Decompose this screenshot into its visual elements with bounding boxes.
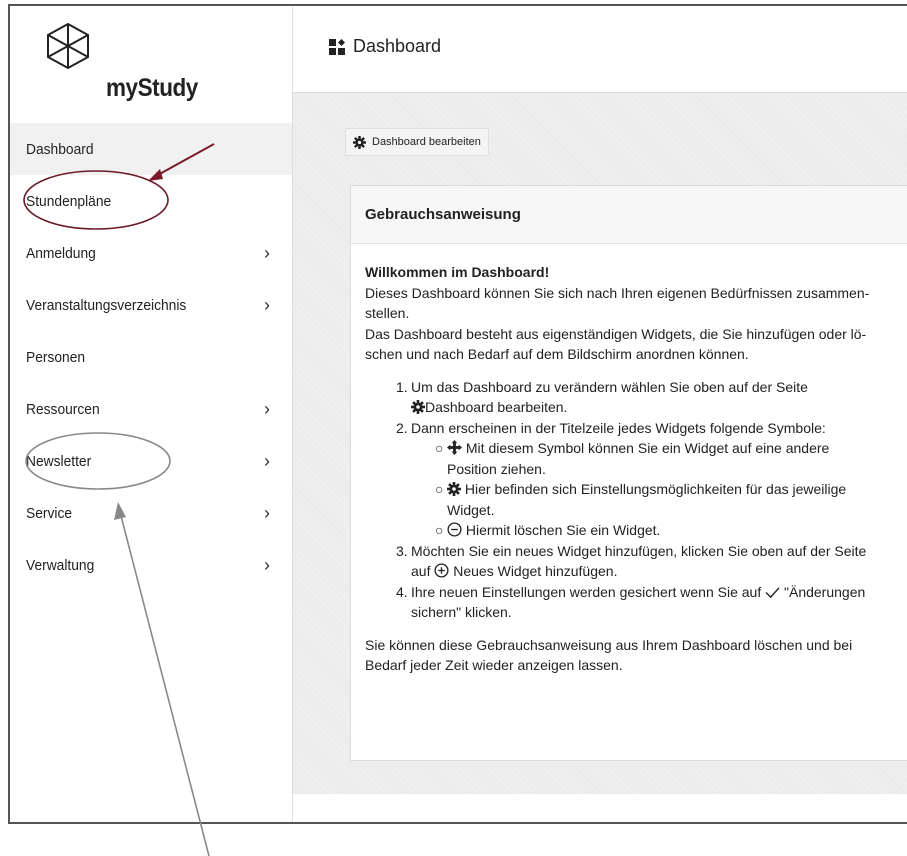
page-header: Dashboard xyxy=(293,6,907,93)
symbol-item: ○ Hiermit löschen Sie ein Widget. xyxy=(435,522,661,538)
checkmark-icon xyxy=(765,586,780,598)
outro-line: Sie können diese Gebrauchsanweisung aus … xyxy=(365,636,853,653)
step-item: 3. Möchten Sie ein neues Widget hinzufüg… xyxy=(396,542,867,580)
symbol-item: ○ xyxy=(435,481,847,518)
intro-line: Dieses Dashboard können Sie sich nach Ih… xyxy=(365,284,870,301)
widget-body: Willkommen im Dashboard! Dieses Dashboar… xyxy=(351,244,907,676)
page-title-text: Dashboard xyxy=(353,36,442,56)
step-item: 1. Um das Dashboard zu verändern wählen … xyxy=(396,378,808,416)
welcome-heading: Willkommen im Dashboard! xyxy=(365,264,550,280)
sidebar-item-verwaltung[interactable]: Verwaltung › xyxy=(10,539,292,591)
symbol-list: ○ Mit diesem Symbol können Sie ein Widge… xyxy=(411,438,907,541)
chevron-right-icon: › xyxy=(264,502,270,523)
chevron-right-icon: › xyxy=(264,242,270,263)
sidebar-item-label: Dashboard xyxy=(26,140,94,158)
sidebar-item-label: Verwaltung xyxy=(26,556,95,574)
intro-line: Das Dashboard besteht aus eigenständigen… xyxy=(365,325,867,342)
instructions-widget: Gebrauchsanweisung Willkommen im Dashboa… xyxy=(350,185,907,761)
gear-icon xyxy=(447,482,461,496)
sidebar-item-label: Anmeldung xyxy=(26,244,96,262)
sidebar-item-stundenplaene[interactable]: Stundenpläne xyxy=(10,175,292,227)
sidebar-item-label: Ressourcen xyxy=(26,400,100,418)
sidebar-item-label: Newsletter xyxy=(26,452,92,470)
outro-line: Bedarf jeder Zeit wieder anzeigen lassen… xyxy=(365,657,623,673)
sidebar-nav: Dashboard Stundenpläne Anmeldung › Veran… xyxy=(10,123,292,591)
step-item: 4. Ihre neuen Einstellungen werden gesic… xyxy=(396,583,866,621)
sidebar-item-ressourcen[interactable]: Ressourcen › xyxy=(10,383,292,435)
sidebar-item-veranstaltungsverzeichnis[interactable]: Veranstaltungsverzeichnis › xyxy=(10,279,292,331)
plus-circle-icon xyxy=(434,563,449,578)
chevron-right-icon: › xyxy=(264,450,270,471)
intro-line: schen und nach Bedarf auf dem Bildschirm… xyxy=(365,346,749,362)
gear-icon xyxy=(411,400,425,414)
widget-title: Gebrauchsanweisung xyxy=(351,186,907,244)
edit-dashboard-label: Dashboard bearbeiten xyxy=(372,136,481,148)
sidebar-item-service[interactable]: Service › xyxy=(10,487,292,539)
main-area: Dashboard Dashboard bearbeiten Gebrauchs… xyxy=(293,6,907,822)
instruction-steps: 1. Um das Dashboard zu verändern wählen … xyxy=(365,377,907,623)
edit-dashboard-button[interactable]: Dashboard bearbeiten xyxy=(345,128,489,156)
gear-icon xyxy=(353,135,366,149)
sidebar-item-label: Service xyxy=(26,504,73,522)
sidebar-item-anmeldung[interactable]: Anmeldung › xyxy=(10,227,292,279)
sidebar-item-newsletter[interactable]: Newsletter › xyxy=(10,435,292,487)
app-window: myStudy Dashboard Stundenpläne Anmeldung… xyxy=(8,4,907,824)
hexagon-cube-icon xyxy=(47,22,89,70)
minus-circle-icon xyxy=(447,522,462,537)
sidebar-item-dashboard[interactable]: Dashboard xyxy=(10,123,292,175)
symbol-item: ○ xyxy=(435,440,830,477)
intro-line: stellen. xyxy=(365,305,410,321)
dashboard-content: Dashboard bearbeiten Gebrauchsanweisung … xyxy=(293,93,907,794)
chevron-right-icon: › xyxy=(264,554,270,575)
dashboard-icon xyxy=(329,38,345,55)
sidebar-item-label: Stundenpläne xyxy=(26,192,112,210)
move-icon xyxy=(447,440,462,455)
sidebar: myStudy Dashboard Stundenpläne Anmeldung… xyxy=(10,6,293,822)
chevron-right-icon: › xyxy=(264,398,270,419)
footer-strip xyxy=(293,794,907,822)
logo-text: myStudy xyxy=(106,74,198,102)
step-item: 2. Dann erscheinen in der Titelzeile jed… xyxy=(365,418,907,541)
sidebar-item-label: Personen xyxy=(26,348,86,366)
page-title: Dashboard xyxy=(329,36,441,57)
chevron-right-icon: › xyxy=(264,294,270,315)
logo[interactable]: myStudy xyxy=(10,6,292,123)
sidebar-item-personen[interactable]: Personen xyxy=(10,331,292,383)
sidebar-item-label: Veranstaltungsverzeichnis xyxy=(26,296,187,314)
